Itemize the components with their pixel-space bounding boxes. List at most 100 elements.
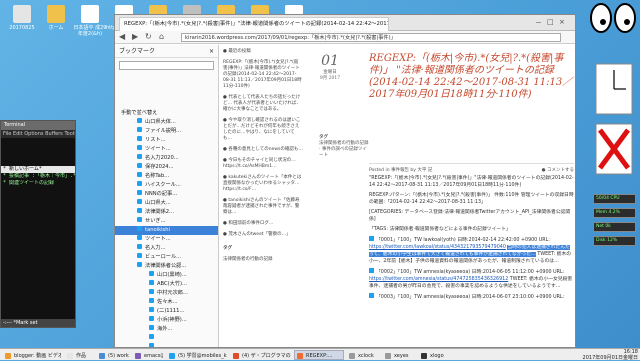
twitter-icon xyxy=(149,280,154,285)
comment-link[interactable]: ● コメントする xyxy=(542,167,574,173)
reload-icon[interactable]: ↻ xyxy=(145,32,152,41)
bookmark-item[interactable]: リスト... xyxy=(115,136,218,145)
twitter-icon xyxy=(137,145,142,150)
taskbar-item[interactable]: (5) works xyxy=(96,350,130,360)
comment-label[interactable]: コメントする xyxy=(547,168,574,173)
emacs-line[interactable] xyxy=(1,194,75,201)
close-icon[interactable]: × xyxy=(559,18,565,26)
recent-post-link[interactable]: REGEXP:「(栃木|今市).*(女兒|?.*(殺害|事件)」法律·報道関係者… xyxy=(223,60,303,90)
post-author[interactable]: Posted in 事件報告 by 大平 記 xyxy=(369,168,432,173)
bookmark-item[interactable]: ツイート... xyxy=(115,145,218,154)
bookmark-item[interactable]: 山口県大体... xyxy=(115,118,218,127)
desktop-icon[interactable]: 20170825 xyxy=(4,4,40,38)
bookmark-item[interactable]: ファイル説明... xyxy=(115,127,218,136)
taskbar-item[interactable]: (4) ザ・プログラマの技術... xyxy=(230,350,292,360)
taskbar-item[interactable]: xclock xyxy=(346,350,380,360)
tag-link[interactable]: 法律関係者の行動の記録 xyxy=(223,257,303,263)
bookmark-item[interactable]: NNNの記事... xyxy=(115,190,218,199)
back-icon[interactable]: ◀ xyxy=(119,32,125,41)
bookmark-item[interactable]: ツイート... xyxy=(115,235,218,244)
desktop-icon[interactable]: 日本語平 成29年度2(&h) xyxy=(72,4,108,38)
recent-post-link[interactable]: ● 今日もそのチャイと同じ状況の… https://t.co/AsMHBm1..… xyxy=(223,158,303,170)
taskbar-item[interactable]: 作品 xyxy=(64,350,94,360)
tweet-link[interactable]: https://twitter.com/amnesia/status/47472… xyxy=(369,277,508,282)
twitter-icon xyxy=(149,298,154,303)
clock[interactable]: 16:18 2017年09月01日金曜日 xyxy=(583,349,638,361)
recent-post-link[interactable]: ● 代表として代表人たちの話だったけど… 代表人が代表者といいたければ、確かに大… xyxy=(223,95,303,113)
bookmark-item[interactable]: ビューロール... xyxy=(115,253,218,262)
emacs-line[interactable] xyxy=(1,152,75,159)
taskbar-item[interactable]: (5) 学習@mobiles_kk... xyxy=(166,350,228,360)
emacs-menu-bar[interactable]: File Edit Options Buffers Tools Org Tbl xyxy=(1,130,75,138)
bookmark-item[interactable] xyxy=(115,91,218,100)
emacs-title-bar[interactable]: Terminal xyxy=(1,121,75,130)
emacs-line[interactable]: * 新しいホーム* xyxy=(1,166,75,173)
bookmark-item[interactable]: 名入力... xyxy=(115,244,218,253)
close-sidebar-icon[interactable]: × xyxy=(209,45,214,58)
bookmark-item[interactable]: 法律関係2... xyxy=(115,208,218,217)
taskbar-item[interactable]: emacs@... xyxy=(132,350,164,360)
bookmark-item[interactable]: 名入力2020... xyxy=(115,154,218,163)
emacs-window[interactable]: Terminal File Edit Options Buffers Tools… xyxy=(0,120,76,328)
emacs-line[interactable] xyxy=(1,138,75,145)
forward-icon[interactable]: ▶ xyxy=(132,32,138,41)
system-monitor: Net 0k xyxy=(593,222,636,232)
url-bar[interactable]: kirarin2016.wordpress.com/2017/09/01/reg… xyxy=(181,33,561,42)
recent-posts-column: ● 最近の投稿 REGEXP:「(栃木|今市).*(女兒|?.*(殺害|事件)」法… xyxy=(219,45,307,347)
browser-window[interactable]: REGEXP:「(栃木|今市).*(女兒|?.*(殺害|事件)」"法律·報道関係… xyxy=(114,14,576,348)
emacs-line[interactable] xyxy=(1,145,75,152)
bookmark-item[interactable]: 中村元次郎... xyxy=(115,289,218,298)
tab-active[interactable]: REGEXP:「(栃木|今市).*(女兒|?.*(殺害|事件)」"法律·報道関係… xyxy=(119,17,389,31)
emacs-line[interactable] xyxy=(1,208,75,215)
emacs-line[interactable] xyxy=(1,201,75,208)
post-title[interactable]: REGEXP:「(栃木|今市).*(女兒|?.*(殺害|事件)」 "法律·報道関… xyxy=(369,53,574,101)
bookmark-item[interactable]: (二)1111... xyxy=(115,307,218,316)
recent-post-link[interactable]: ● 今や取り消し確認されるのは遅いことだが…だけどそれが何年も続きさえしたのに…… xyxy=(223,118,303,142)
bookmark-item[interactable]: 法律関係者公認... xyxy=(115,262,218,271)
taskbar-item[interactable]: REGEXP:... xyxy=(294,350,344,360)
desktop-icon[interactable]: ホーム xyxy=(38,4,74,38)
bookmark-item[interactable]: tanoikishi xyxy=(115,226,218,235)
bookmark-item[interactable] xyxy=(115,73,218,82)
bookmark-item[interactable]: 名称Tab... xyxy=(115,172,218,181)
home-icon[interactable]: ⌂ xyxy=(159,32,164,41)
bookmark-label: 保存2024... xyxy=(145,164,174,170)
post-day: 01 xyxy=(321,53,339,69)
bookmark-item[interactable]: 保存2024... xyxy=(115,163,218,172)
bookmark-item[interactable]: ハイスクール... xyxy=(115,181,218,190)
recent-post-link[interactable]: ● 茂木さんのtweet「警察の…」 xyxy=(223,232,303,238)
emacs-line[interactable]: * 関連ツイートの記録 xyxy=(1,180,75,187)
recent-post-link[interactable]: ● kakutekiさんのツイート「本件とは直接関係なかったいわゆるシャッタ… … xyxy=(223,175,303,193)
post-paragraph: "REGEXP:「(栃木|今市).*(女兒|?.*(殺害|事件)」"法律·報道関… xyxy=(369,176,574,188)
twitter-icon xyxy=(137,136,142,141)
emacs-line[interactable]: * 投稿記事 :「栃木｜今市」.*(女兒|?.*(殺害|事件) xyxy=(1,173,75,180)
bookmark-item[interactable]: せいぎ... xyxy=(115,217,218,226)
bookmarks-search-input[interactable] xyxy=(119,61,214,70)
taskbar-item[interactable]: xlogo xyxy=(418,350,452,360)
emacs-line[interactable] xyxy=(1,187,75,194)
recent-post-link[interactable]: ● 最近の投稿 xyxy=(223,49,303,55)
maximize-icon[interactable]: □ xyxy=(547,18,554,26)
bookmark-item[interactable]: 山口(黒崎)... xyxy=(115,271,218,280)
bookmark-item[interactable]: 小浜(神野)... xyxy=(115,316,218,325)
bookmark-item[interactable]: ABC(大竹)... xyxy=(115,280,218,289)
bookmark-item[interactable]: 佐々木... xyxy=(115,298,218,307)
recent-post-link[interactable]: ● 和田邸前の事件ログ… xyxy=(223,221,303,227)
bookmark-item[interactable]: 山口県大... xyxy=(115,199,218,208)
bookmark-label: 名入力... xyxy=(145,245,166,251)
bookmark-item[interactable] xyxy=(115,334,218,343)
app-icon xyxy=(99,353,105,359)
minimize-icon[interactable]: － xyxy=(535,18,542,28)
bookmark-item[interactable]: 手動で並べ替え xyxy=(115,109,218,118)
recent-post-link[interactable]: ● tanoikishiさんのツイート「佐藤寿哉容疑者が逮捕された事件ですが、警… xyxy=(223,198,303,216)
side-text[interactable]: 法律関係者の行動の記録 · 事件の調べの記録ツイート xyxy=(319,141,369,159)
bookmark-item[interactable] xyxy=(115,100,218,109)
recent-post-link[interactable]: ● 各種の意見としてのnewsの確認も… xyxy=(223,147,303,153)
taskbar-item[interactable]: xeyes xyxy=(382,350,416,360)
tweet-link[interactable]: https://twitter.com/lawkoal/status/43432… xyxy=(369,245,506,250)
bookmark-item[interactable]: 海外... xyxy=(115,325,218,334)
emacs-line[interactable] xyxy=(1,159,75,166)
bookmark-label: ハイスクール... xyxy=(145,182,181,188)
taskbar-item[interactable]: blogger: 動画 ビデオ xyxy=(2,350,62,360)
bookmark-item[interactable] xyxy=(115,82,218,91)
